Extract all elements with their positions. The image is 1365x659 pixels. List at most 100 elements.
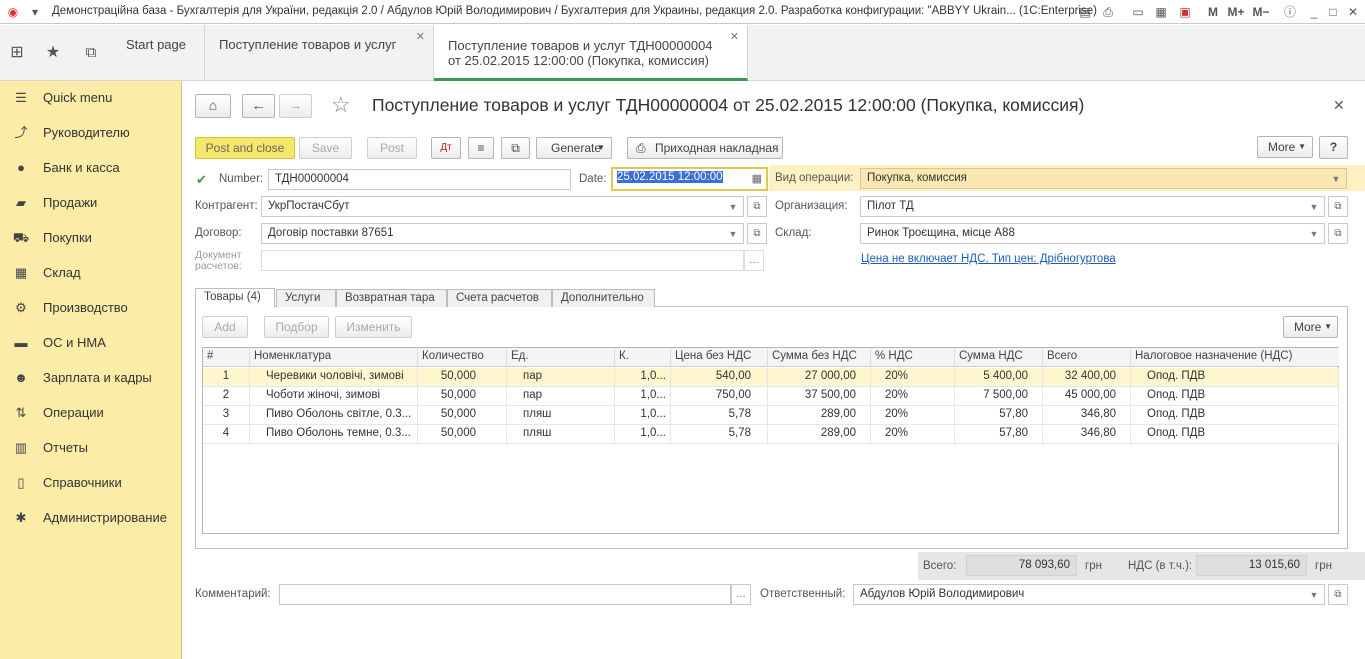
cell-item[interactable]: Черевики чоловічі, зимові — [250, 368, 418, 387]
cell-number[interactable]: 3 — [203, 406, 250, 425]
sidebar-item-purchases[interactable]: ⛟ Покупки — [0, 221, 182, 255]
price-settings-link[interactable]: Цена не включает НДС, Тип цен: Дрібногур… — [861, 253, 1116, 265]
sidebar-item-administration[interactable]: ✱ Администрирование — [0, 501, 182, 535]
sidebar-item-production[interactable]: ⚙ Производство — [0, 291, 182, 325]
post-button[interactable]: Post — [367, 137, 417, 159]
col-header-item[interactable]: Номенклатура — [250, 348, 418, 367]
forward-button[interactable]: → — [279, 94, 312, 118]
cell-tax-purpose[interactable]: Опод. ПДВ — [1131, 387, 1339, 406]
col-header-total[interactable]: Всего — [1043, 348, 1131, 367]
cell-tax-purpose[interactable]: Опод. ПДВ — [1131, 406, 1339, 425]
close-icon[interactable]: ✕ — [416, 30, 425, 43]
accounting-entries-button[interactable]: Дт — [431, 137, 461, 159]
close-icon[interactable]: ✕ — [730, 30, 739, 45]
sidebar-item-payroll[interactable]: ☻ Зарплата и кадры — [0, 361, 182, 395]
table-row[interactable]: 4 Пиво Оболонь темне, 0.3... 50,000 пляш 1,0… — [203, 425, 1339, 444]
cell-amount[interactable]: 37 500,00 — [768, 387, 871, 406]
organization-field[interactable]: Пілот ТД ▼ — [860, 196, 1325, 217]
open-organization-button[interactable]: ⧉ — [1328, 196, 1348, 217]
home-button[interactable]: ⌂ — [195, 94, 231, 118]
responsible-field[interactable]: Абдулов Юрій Володимирович ▼ — [853, 584, 1325, 605]
cell-vat-amount[interactable]: 57,80 — [955, 425, 1043, 444]
number-field[interactable]: ТДН00000004 — [268, 169, 571, 190]
main-menu-icon[interactable]: ▾ — [27, 4, 43, 20]
cell-vat-amount[interactable]: 7 500,00 — [955, 387, 1043, 406]
cell-price[interactable]: 750,00 — [671, 387, 768, 406]
subtab-services[interactable]: Услуги — [276, 289, 336, 307]
close-window-icon[interactable]: ✕ — [1345, 4, 1361, 20]
cell-total[interactable]: 346,80 — [1043, 406, 1131, 425]
save-button[interactable]: Save — [299, 137, 352, 159]
favorite-star-icon[interactable]: ☆ — [331, 92, 351, 118]
table-more-button[interactable]: More ▼ — [1283, 316, 1338, 338]
cell-vat-rate[interactable]: 20% — [871, 368, 955, 387]
cell-tax-purpose[interactable]: Опод. ПДВ — [1131, 368, 1339, 387]
counterparty-field[interactable]: УкрПостачСбут ▼ — [261, 196, 744, 217]
col-header-quantity[interactable]: Количество — [418, 348, 507, 367]
table-row[interactable]: 1 Черевики чоловічі, зимові 50,000 пар 1,0..… — [203, 368, 1339, 387]
col-header-tax-purpose[interactable]: Налоговое назначение (НДС) — [1131, 348, 1339, 367]
pick-button[interactable]: Подбор — [264, 316, 329, 338]
cell-unit[interactable]: пар — [507, 387, 615, 406]
col-header-vat-amount[interactable]: Сумма НДС — [955, 348, 1043, 367]
cell-vat-rate[interactable]: 20% — [871, 406, 955, 425]
comment-edit-button[interactable]: … — [731, 584, 751, 605]
open-responsible-button[interactable]: ⧉ — [1328, 584, 1348, 605]
cell-amount[interactable]: 289,00 — [768, 425, 871, 444]
sidebar-item-operations[interactable]: ⇅ Операции — [0, 396, 182, 430]
cell-price[interactable]: 5,78 — [671, 425, 768, 444]
subtab-settlement-accounts[interactable]: Счета расчетов — [447, 289, 552, 307]
list-button[interactable]: ≡ — [468, 137, 494, 159]
open-warehouse-button[interactable]: ⧉ — [1328, 223, 1348, 244]
more-button[interactable]: More ▼ — [1257, 136, 1313, 158]
cell-coefficient[interactable]: 1,0... — [615, 368, 671, 387]
open-contract-button[interactable]: ⧉ — [747, 223, 767, 244]
col-header-amount-no-vat[interactable]: Сумма без НДС — [768, 348, 871, 367]
cell-tax-purpose[interactable]: Опод. ПДВ — [1131, 425, 1339, 444]
date-field[interactable]: 25.02.2015 12:00:00 ▦ — [611, 167, 768, 191]
cell-quantity[interactable]: 50,000 — [418, 387, 507, 406]
m-plus-button[interactable]: M+ — [1225, 4, 1247, 20]
tab-document[interactable]: Поступление товаров и услуг ТДН00000004 … — [434, 25, 748, 81]
col-header-number[interactable]: # — [203, 348, 250, 367]
maximize-icon[interactable]: □ — [1325, 4, 1341, 20]
calculator-icon[interactable]: ▦ — [1153, 4, 1169, 20]
cell-item[interactable]: Чоботи жіночі, зимові — [250, 387, 418, 406]
history-icon[interactable]: ⧉ — [83, 45, 99, 61]
subtab-additional[interactable]: Дополнительно — [552, 289, 655, 307]
cell-unit[interactable]: пар — [507, 368, 615, 387]
sidebar-item-reports[interactable]: ▥ Отчеты — [0, 431, 182, 465]
contract-field[interactable]: Договір поставки 87651 ▼ — [261, 223, 744, 244]
col-header-coefficient[interactable]: К. — [615, 348, 671, 367]
sidebar-item-assets[interactable]: ▬ ОС и НМА — [0, 326, 182, 360]
cell-total[interactable]: 346,80 — [1043, 425, 1131, 444]
m-minus-button[interactable]: M− — [1250, 4, 1272, 20]
print-waybill-button[interactable]: ⎙ Приходная накладная — [627, 137, 783, 159]
cell-price[interactable]: 5,78 — [671, 406, 768, 425]
cell-number[interactable]: 2 — [203, 387, 250, 406]
cell-total[interactable]: 32 400,00 — [1043, 368, 1131, 387]
cell-vat-amount[interactable]: 5 400,00 — [955, 368, 1043, 387]
cell-item[interactable]: Пиво Оболонь світле, 0.3... — [250, 406, 418, 425]
table-row[interactable]: 2 Чоботи жіночі, зимові 50,000 пар 1,0... 750… — [203, 387, 1339, 406]
generate-button[interactable]: Generate ▼ — [536, 137, 612, 159]
subtab-returnable-containers[interactable]: Возвратная тара — [336, 289, 447, 307]
calendar-icon[interactable]: ▣ — [1177, 4, 1193, 20]
cell-vat-amount[interactable]: 57,80 — [955, 406, 1043, 425]
col-header-vat-rate[interactable]: % НДС — [871, 348, 955, 367]
minimize-icon[interactable]: _ — [1306, 4, 1322, 20]
col-header-price-no-vat[interactable]: Цена без НДС — [671, 348, 768, 367]
close-form-icon[interactable]: ✕ — [1333, 97, 1345, 114]
cell-amount[interactable]: 27 000,00 — [768, 368, 871, 387]
cell-amount[interactable]: 289,00 — [768, 406, 871, 425]
view-icon[interactable]: ▭ — [1130, 4, 1146, 20]
add-row-button[interactable]: Add — [202, 316, 248, 338]
cell-price[interactable]: 540,00 — [671, 368, 768, 387]
favorites-star-icon[interactable]: ★ — [45, 45, 61, 61]
table-row[interactable]: 3 Пиво Оболонь світле, 0.3... 50,000 пляш 1,… — [203, 406, 1339, 425]
cell-item[interactable]: Пиво Оболонь темне, 0.3... — [250, 425, 418, 444]
open-counterparty-button[interactable]: ⧉ — [747, 196, 767, 217]
cell-vat-rate[interactable]: 20% — [871, 387, 955, 406]
cell-coefficient[interactable]: 1,0... — [615, 406, 671, 425]
cell-unit[interactable]: пляш — [507, 425, 615, 444]
